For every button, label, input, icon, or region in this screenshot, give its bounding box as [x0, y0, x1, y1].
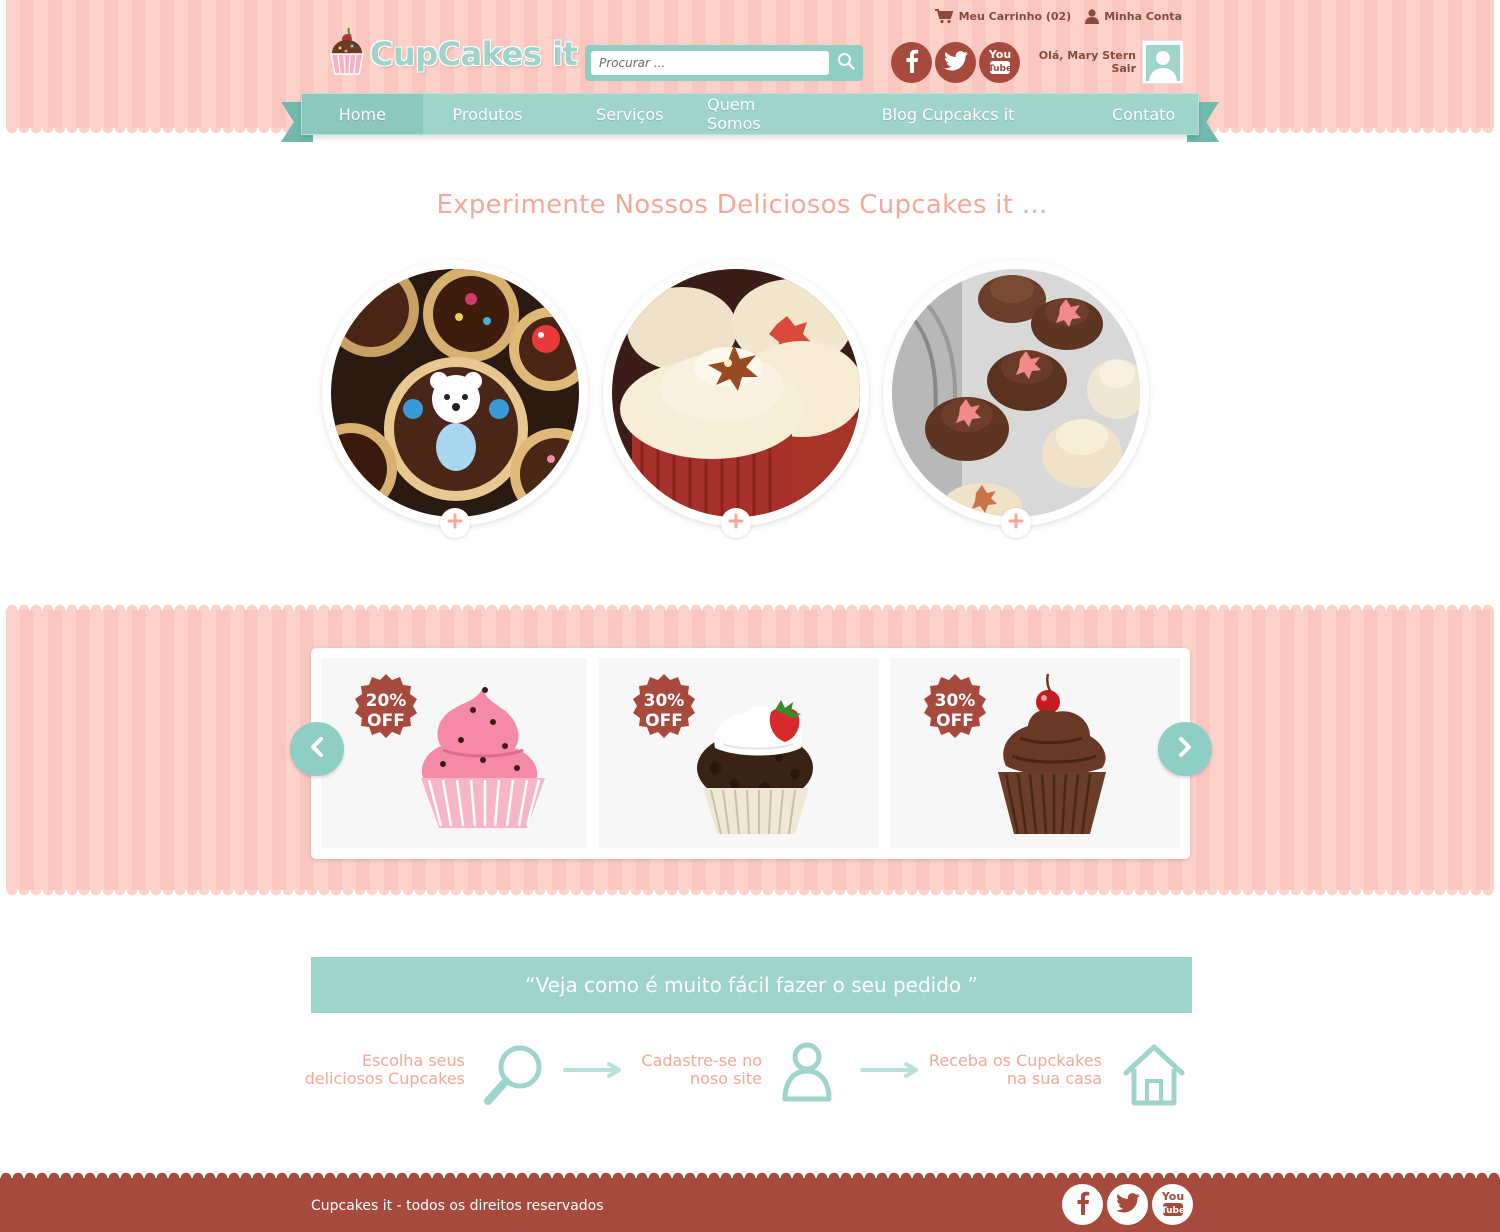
svg-text:You: You	[987, 48, 1010, 61]
carousel-prev-button[interactable]	[290, 722, 344, 776]
search-bar	[585, 45, 863, 81]
featured-cupcake-2-image	[612, 269, 860, 517]
avatar[interactable]	[1142, 40, 1184, 84]
cart-link[interactable]: Meu Carrinho (02)	[934, 8, 1072, 24]
footer-social-links: You Tube	[1062, 1184, 1193, 1225]
discount-off: OFF	[936, 711, 974, 731]
step-1-text: Escolha seus deliciosos Cupcakes	[300, 1052, 465, 1088]
featured-cupcake-1-image	[331, 269, 579, 517]
footer: Cupcakes it - todos os direitos reservad…	[0, 1168, 1500, 1232]
chocolate-cupcake-strawberry-image	[697, 700, 813, 835]
facebook-icon	[904, 49, 920, 77]
discount-value: 20%	[365, 691, 407, 711]
logo-text: CupCakes it	[370, 35, 578, 73]
youtube-icon: You Tube	[987, 46, 1013, 80]
logout-link[interactable]: Sair	[1039, 62, 1136, 75]
avatar-placeholder-icon	[1146, 45, 1180, 81]
step-3-text: Receba os Cupckakes na sua casa	[902, 1052, 1102, 1088]
person-icon	[780, 1041, 834, 1107]
svg-text:Tube: Tube	[987, 64, 1011, 74]
chocolate-cupcake-cherry-image	[998, 673, 1106, 835]
footer-facebook-button[interactable]	[1062, 1184, 1103, 1225]
plus-icon	[1008, 513, 1024, 533]
discount-value: 30%	[934, 691, 976, 711]
step-2-text: Cadastre-se no noso site	[597, 1052, 762, 1088]
step-2-line1: Cadastre-se no	[641, 1051, 762, 1070]
twitter-icon	[1115, 1192, 1140, 1217]
footer-wave-edge	[0, 1168, 1500, 1178]
promo-product-2[interactable]: 30% OFF	[599, 658, 879, 848]
account-label: Minha Conta	[1104, 9, 1182, 23]
search-input[interactable]	[591, 51, 829, 75]
nav-item-servicos[interactable]: Serviços	[552, 94, 707, 134]
discount-badge: 30% OFF	[918, 674, 992, 748]
promo-carousel: 20% OFF 30% OFF 30% OFF	[311, 648, 1190, 859]
nav-item-blog[interactable]: Blog Cupcakcs it	[807, 94, 1089, 134]
footer-youtube-button[interactable]: You Tube	[1152, 1184, 1193, 1225]
svg-text:Tube: Tube	[1160, 1206, 1184, 1216]
svg-text:You: You	[1160, 1190, 1183, 1203]
logo[interactable]: CupCakes it	[328, 26, 578, 82]
expand-button[interactable]	[1001, 508, 1031, 538]
facebook-button[interactable]	[891, 42, 932, 83]
step-1-line2: deliciosos Cupcakes	[304, 1069, 465, 1088]
page: Meu Carrinho (02) Minha Conta CupCakes i…	[0, 0, 1500, 1232]
step-3-line2: na sua casa	[1006, 1069, 1102, 1088]
chevron-left-icon	[308, 736, 326, 762]
promo-product-3[interactable]: 30% OFF	[890, 658, 1180, 848]
account-link[interactable]: Minha Conta	[1085, 8, 1182, 24]
magnifier-icon	[483, 1043, 545, 1111]
nav-item-produtos[interactable]: Produtos	[423, 94, 553, 134]
promo-product-1[interactable]: 20% OFF	[321, 658, 587, 848]
youtube-icon: You Tube	[1160, 1188, 1186, 1222]
plus-icon	[447, 513, 463, 533]
twitter-icon	[943, 50, 968, 75]
discount-off: OFF	[367, 711, 405, 731]
featured-cupcake-1[interactable]	[322, 260, 588, 538]
discount-value: 30%	[643, 691, 685, 711]
top-links: Meu Carrinho (02) Minha Conta	[934, 8, 1182, 24]
chevron-right-icon	[1176, 736, 1194, 762]
pink-cupcake-image	[421, 687, 545, 828]
cart-icon	[934, 8, 954, 24]
facebook-icon	[1075, 1191, 1091, 1219]
step-3-line1: Receba os Cupckakes	[928, 1051, 1102, 1070]
user-icon	[1085, 8, 1100, 24]
main-nav: Home Produtos Serviços Quem Somos Blog C…	[301, 93, 1199, 135]
cart-label: Meu Carrinho (02)	[958, 9, 1072, 23]
footer-twitter-button[interactable]	[1107, 1184, 1148, 1225]
cupcake-logo-icon	[328, 26, 366, 82]
featured-cupcake-3[interactable]	[883, 260, 1149, 538]
featured-cupcake-2[interactable]	[603, 260, 869, 538]
user-panel: Olá, Mary Stern Sair	[1039, 40, 1184, 84]
search-icon	[837, 52, 855, 74]
carousel-next-button[interactable]	[1158, 722, 1212, 776]
footer-copyright: Cupcakes it - todos os direitos reservad…	[311, 1198, 604, 1214]
discount-off: OFF	[645, 711, 683, 731]
discount-badge: 20% OFF	[349, 674, 423, 748]
nav-item-contato[interactable]: Contato	[1089, 94, 1198, 134]
hero-title: Experimente Nossos Deliciosos Cupcakes i…	[436, 190, 1048, 220]
search-button[interactable]	[835, 52, 857, 74]
youtube-button[interactable]: You Tube	[979, 42, 1020, 83]
plus-icon	[728, 513, 744, 533]
promo-wave-top	[6, 600, 1494, 610]
discount-badge: 30% OFF	[627, 674, 701, 748]
expand-button[interactable]	[721, 508, 751, 538]
expand-button[interactable]	[440, 508, 470, 538]
featured-cupcake-3-image	[892, 269, 1140, 517]
step-2-line2: noso site	[689, 1069, 762, 1088]
nav-item-home[interactable]: Home	[302, 94, 423, 134]
twitter-button[interactable]	[935, 42, 976, 83]
user-greeting: Olá, Mary Stern	[1038, 49, 1136, 62]
promo-wave-bottom	[6, 890, 1494, 900]
house-icon	[1122, 1041, 1186, 1111]
order-steps-banner: “Veja como é muito fácil fazer o seu ped…	[311, 957, 1192, 1013]
header-social-links: You Tube	[891, 42, 1020, 83]
nav-item-quem-somos[interactable]: Quem Somos	[707, 94, 807, 134]
step-1-line1: Escolha seus	[361, 1051, 465, 1070]
